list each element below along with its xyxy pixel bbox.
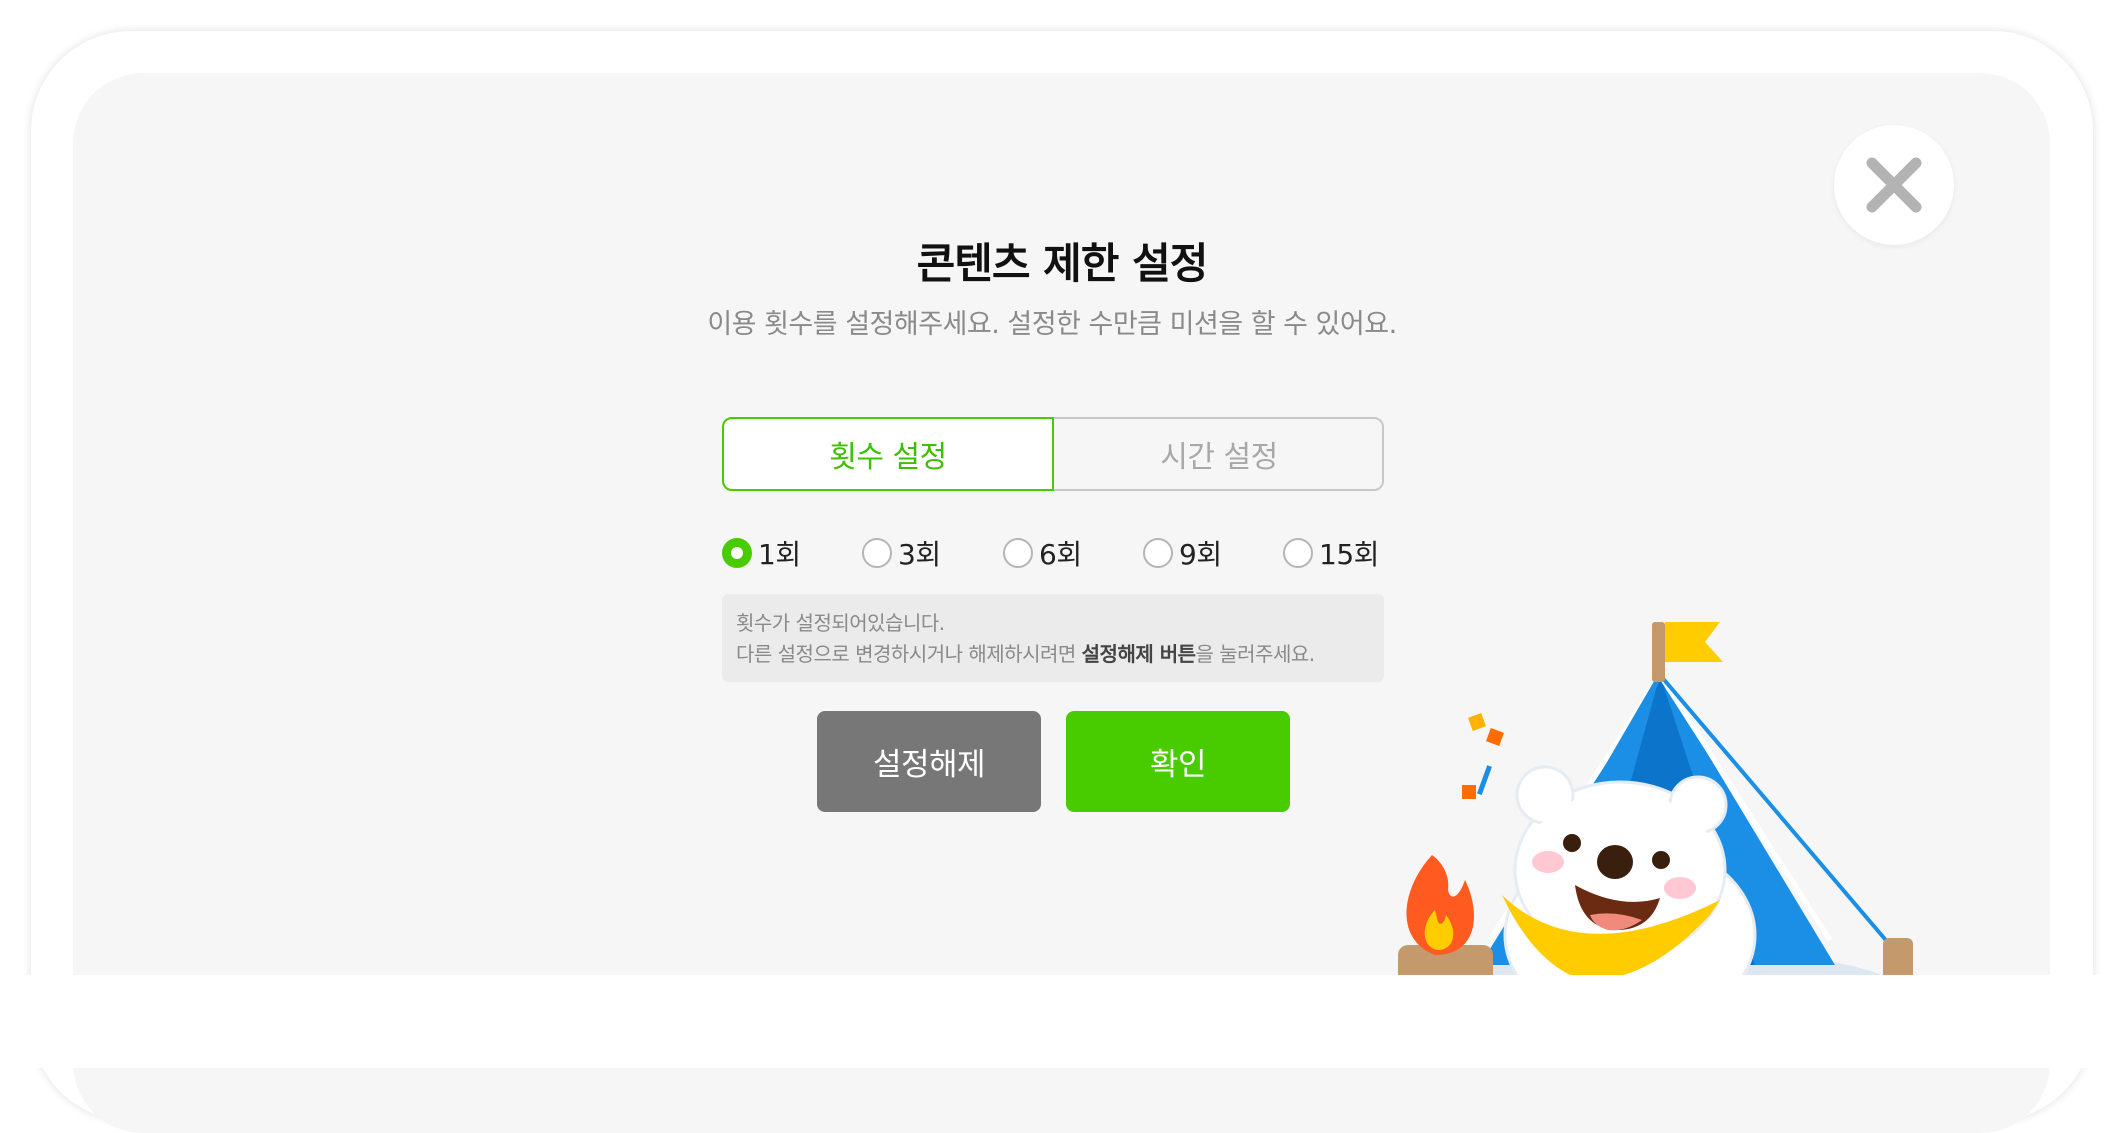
notice-emphasis: 설정해제 버튼 (1081, 642, 1196, 666)
notice-text: 다른 설정으로 변경하시거나 해제하시려면 (736, 642, 1082, 666)
close-button[interactable] (1834, 125, 1954, 245)
radio-button[interactable] (1283, 538, 1313, 568)
notice-line-2: 다른 설정으로 변경하시거나 해제하시려면 설정해제 버튼을 눌러주세요. (736, 639, 1370, 670)
tab-count-setting[interactable]: 횟수 설정 (722, 417, 1054, 491)
radio-label: 15회 (1319, 538, 1379, 571)
radio-button-checked[interactable] (722, 538, 752, 568)
confirm-button[interactable]: 확인 (1066, 711, 1290, 812)
radio-button[interactable] (1003, 538, 1033, 568)
radio-option-9[interactable]: 9회 (1143, 535, 1222, 571)
radio-option-6[interactable]: 6회 (1003, 535, 1082, 571)
radio-button[interactable] (862, 538, 892, 568)
bottom-background (0, 975, 2124, 1068)
radio-option-3[interactable]: 3회 (862, 535, 941, 571)
dialog-subtitle: 이용 횟수를 설정해주세요. 설정한 수만큼 미션을 할 수 있어요. (707, 309, 1397, 340)
dialog-title: 콘텐츠 제한 설정 (916, 239, 1209, 288)
tab-time-setting[interactable]: 시간 설정 (1054, 417, 1384, 491)
notice-text: 을 눌러주세요. (1195, 642, 1316, 666)
radio-label: 9회 (1179, 538, 1222, 571)
close-icon (1866, 157, 1922, 213)
notice-box: 횟수가 설정되어있습니다. 다른 설정으로 변경하시거나 해제하시려면 설정해제… (722, 594, 1384, 682)
radio-label: 3회 (898, 538, 941, 571)
setting-tabs: 횟수 설정 시간 설정 (722, 417, 1384, 491)
notice-line-1: 횟수가 설정되어있습니다. (736, 611, 945, 635)
radio-button[interactable] (1143, 538, 1173, 568)
radio-label: 6회 (1039, 538, 1082, 571)
radio-option-1[interactable]: 1회 (722, 535, 801, 571)
radio-option-15[interactable]: 15회 (1283, 535, 1379, 571)
radio-label: 1회 (758, 538, 801, 571)
release-setting-button[interactable]: 설정해제 (817, 711, 1041, 812)
count-options: 1회 3회 6회 9회 15회 (722, 535, 1384, 571)
